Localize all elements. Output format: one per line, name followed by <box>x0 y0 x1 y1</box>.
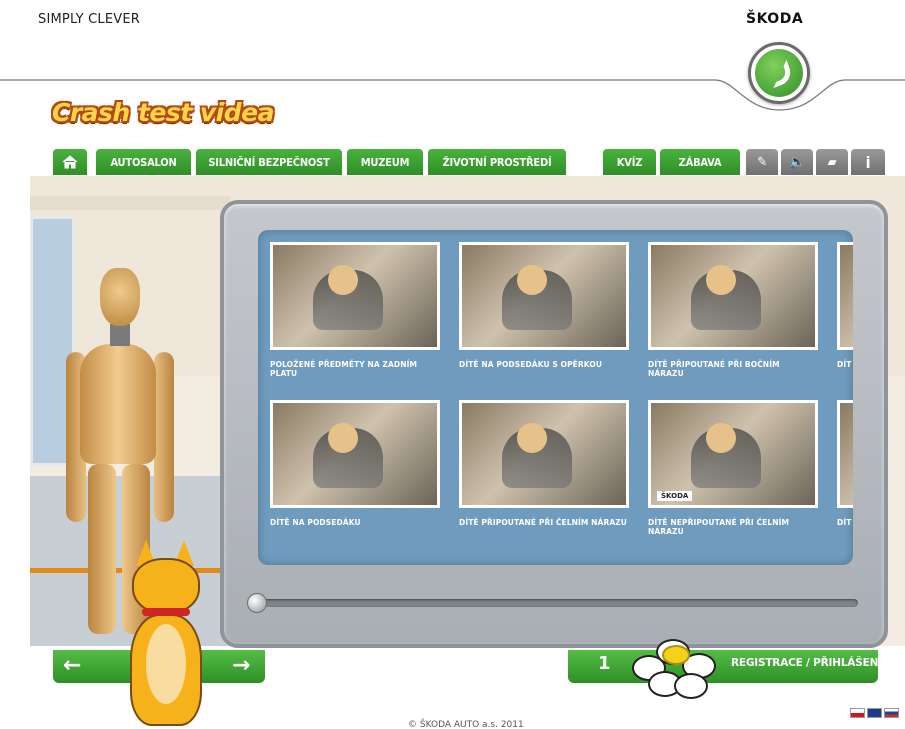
video-card[interactable]: DÍTĚ NA PODSEDÁKU <box>270 400 440 527</box>
info-icon[interactable]: i <box>851 149 885 175</box>
flag-cz-icon[interactable] <box>850 708 865 718</box>
main-nav: AUTOSALON SILNIČNÍ BEZPEČNOST MUZEUM ŽIV… <box>0 149 905 175</box>
brand-name[interactable]: ŠKODA <box>746 11 803 27</box>
tab-muzeum[interactable]: MUZEUM <box>347 149 423 175</box>
thumbnail-watermark: ŠKODA <box>657 491 693 501</box>
video-label[interactable]: DÍTĚ PŘIPOUTANÉ PŘI ČELNÍM NÁRAZU <box>459 518 629 527</box>
sound-icon[interactable]: 🔈 <box>781 149 813 175</box>
video-thumbnail[interactable] <box>459 400 629 508</box>
video-label[interactable]: DÍT NÁ <box>837 518 853 527</box>
tab-autosalon[interactable]: AUTOSALON <box>96 149 191 175</box>
video-thumbnail[interactable] <box>837 400 853 508</box>
video-card[interactable]: DÍTĚ NA PODSEDÁKU S OPĚRKOU <box>459 242 629 369</box>
video-thumbnail[interactable]: ŠKODA <box>648 400 818 508</box>
video-thumbnail[interactable] <box>270 400 440 508</box>
video-label[interactable]: POLOŽENÉ PŘEDMĚTY NA ZADNÍM PLATU <box>270 360 440 378</box>
skoda-logo-icon[interactable] <box>748 42 810 104</box>
video-thumbnail[interactable] <box>459 242 629 350</box>
video-card[interactable]: DÍTĚ PŘIPOUTANÉ PŘI ČELNÍM NÁRAZU <box>459 400 629 527</box>
slogan: SIMPLY CLEVER <box>38 12 141 27</box>
video-label[interactable]: DÍTĚ NA PODSEDÁKU S OPĚRKOU <box>459 360 629 369</box>
points-counter: 1 <box>598 653 611 674</box>
language-switcher <box>850 708 899 718</box>
flag-ru-icon[interactable] <box>884 708 899 718</box>
wrench-icon[interactable]: ✎ <box>746 149 778 175</box>
video-label[interactable]: DÍTĚ NA PODSEDÁKU <box>270 518 440 527</box>
register-login-link[interactable]: REGISTRACE / PŘIHLÁŠENÍ <box>731 657 882 669</box>
video-gallery: POLOŽENÉ PŘEDMĚTY NA ZADNÍM PLATU DÍTĚ N… <box>258 230 853 565</box>
gallery-scroll-handle[interactable] <box>247 593 267 613</box>
video-thumbnail[interactable] <box>648 242 818 350</box>
video-label[interactable]: DÍTĚ PŘIPOUTANÉ PŘI BOČNÍM NÁRAZU <box>648 360 818 378</box>
video-label[interactable]: DÍTĚ NEPŘIPOUTANÉ PŘI ČELNÍM NÁRAZU <box>648 518 818 536</box>
page: SIMPLY CLEVER ŠKODA Crash test videa AUT… <box>0 0 905 729</box>
cat-mascot <box>126 540 206 729</box>
tab-silnicni-bezpecnost[interactable]: SILNIČNÍ BEZPEČNOST <box>196 149 342 175</box>
video-card[interactable]: ŠKODA DÍTĚ NEPŘIPOUTANÉ PŘI ČELNÍM NÁRAZ… <box>648 400 818 536</box>
video-card[interactable]: POLOŽENÉ PŘEDMĚTY NA ZADNÍM PLATU <box>270 242 440 378</box>
next-arrow-icon[interactable]: → <box>232 652 250 680</box>
video-thumbnail[interactable] <box>837 242 853 350</box>
tab-kviz[interactable]: KVÍZ <box>603 149 656 175</box>
video-card-partial[interactable]: DÍT NÁ <box>837 400 853 527</box>
video-thumbnail[interactable] <box>270 242 440 350</box>
prev-arrow-icon[interactable]: ← <box>63 652 81 680</box>
home-icon[interactable] <box>53 149 87 175</box>
tab-zabava[interactable]: ZÁBAVA <box>660 149 740 175</box>
flower-icon <box>626 637 722 705</box>
chat-icon[interactable]: ▰ <box>816 149 848 175</box>
video-card[interactable]: DÍTĚ PŘIPOUTANÉ PŘI BOČNÍM NÁRAZU <box>648 242 818 378</box>
video-label[interactable]: DÍT NÁ <box>837 360 853 369</box>
gallery-scrollbar[interactable] <box>252 599 858 607</box>
copyright-text: © ŠKODA AUTO a.s. 2011 <box>408 720 524 729</box>
tab-zivotni-prostredi[interactable]: ŽIVOTNÍ PROSTŘEDÍ <box>428 149 566 175</box>
video-card-partial[interactable]: DÍT NÁ <box>837 242 853 369</box>
site-title-logo[interactable]: Crash test videa <box>52 98 274 127</box>
flag-en-icon[interactable] <box>867 708 882 718</box>
